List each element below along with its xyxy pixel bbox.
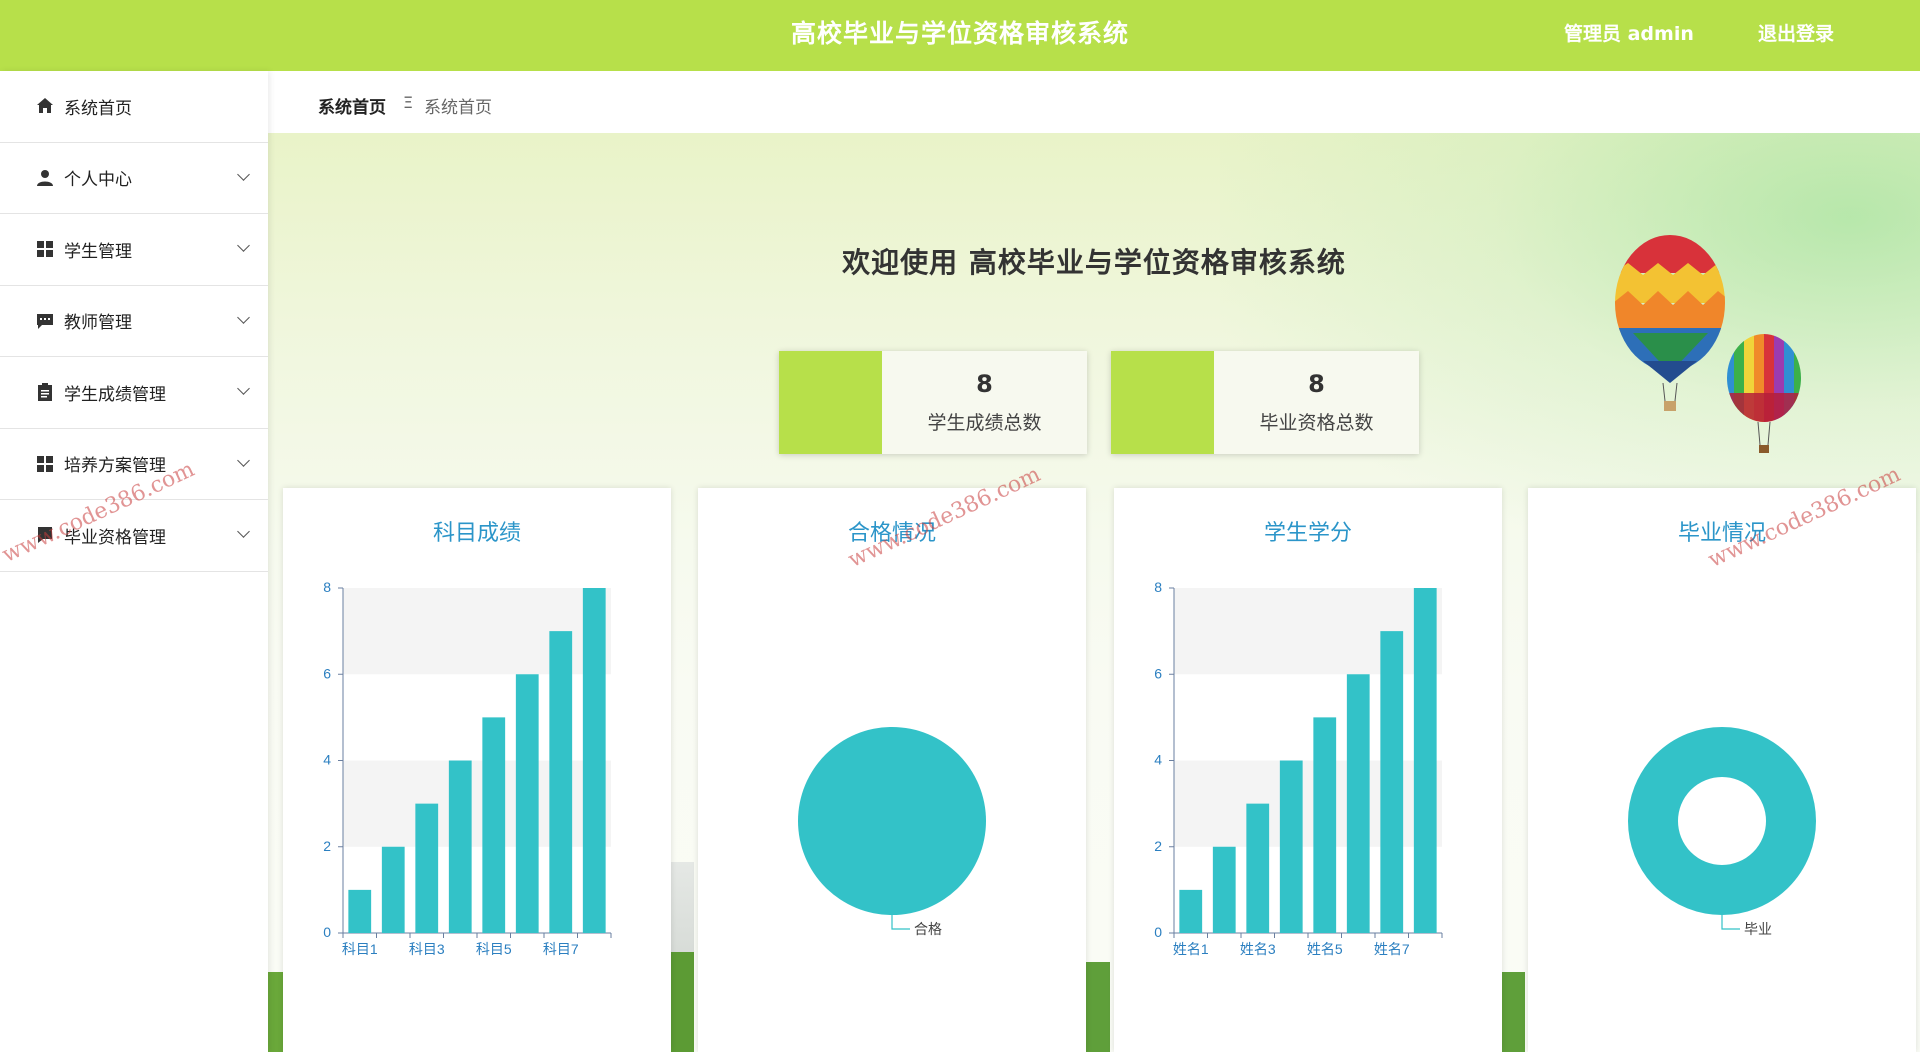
grid-icon <box>36 240 54 258</box>
bar-科目1 <box>348 889 372 933</box>
stat-label: 毕业资格总数 <box>1259 412 1374 434</box>
y-tick-label: 2 <box>1154 838 1162 854</box>
bar-姓名2 <box>1212 846 1236 933</box>
stat-value: 8 <box>1308 370 1325 398</box>
breadcrumb-separator-icon: Ξ <box>403 93 414 112</box>
pie-slice-毕业 <box>1628 727 1816 915</box>
x-tick-label: 姓名5 <box>1307 941 1343 957</box>
bar-姓名3 <box>1246 803 1270 933</box>
pie-slice-合格 <box>798 727 986 915</box>
bar-姓名1 <box>1179 889 1203 933</box>
x-tick-label: 姓名3 <box>1240 941 1276 957</box>
hot-air-balloon-icon <box>1615 235 1725 411</box>
chart-card-graduation-status: 毕业情况 毕业 <box>1528 488 1916 1052</box>
pie-label-line <box>1721 915 1740 930</box>
y-tick-label: 6 <box>1154 665 1162 681</box>
y-tick-label: 4 <box>323 752 331 768</box>
stat-card-score-total: 8 学生成绩总数 <box>779 351 1087 454</box>
user-icon <box>36 169 54 187</box>
background-foliage <box>1086 962 1110 1052</box>
background-foliage <box>670 952 694 1052</box>
bar-chart: 0 2 4 6 8 科目1 科目3 科目5 科目7 <box>323 579 612 957</box>
stat-label: 学生成绩总数 <box>927 412 1042 434</box>
chevron-down-icon <box>237 453 250 467</box>
flag-icon <box>36 526 54 544</box>
x-tick-label: 科目3 <box>409 941 445 957</box>
y-tick-label: 2 <box>323 838 331 854</box>
pie-chart: 合格 <box>798 727 986 937</box>
y-tick-label: 6 <box>323 665 331 681</box>
bar-姓名7 <box>1380 631 1404 933</box>
chevron-down-icon <box>237 382 250 395</box>
background-foliage <box>1501 972 1525 1052</box>
stat-color-block <box>779 351 882 454</box>
x-tick-label: 姓名7 <box>1374 941 1410 957</box>
sidebar-item-label: 毕业资格管理 <box>64 527 166 548</box>
sidebar-item-label: 学生成绩管理 <box>64 384 166 405</box>
clipboard-icon <box>36 383 54 402</box>
logout-button[interactable]: 退出登录 <box>1758 0 1834 68</box>
background-foliage <box>268 972 284 1052</box>
chat-icon <box>36 312 54 330</box>
sidebar-item-label: 培养方案管理 <box>64 456 166 477</box>
sidebar-item-graduation-qualification-management[interactable]: 毕业资格管理 <box>0 500 268 572</box>
y-tick-label: 0 <box>1154 924 1162 940</box>
bar-科目2 <box>381 846 405 933</box>
y-tick-label: 4 <box>1154 752 1162 768</box>
bar-chart: 0 2 4 6 8 姓名1 姓名3 姓名5 姓名7 <box>1154 579 1443 957</box>
stat-color-block <box>1111 351 1214 454</box>
sidebar-item-score-management[interactable]: 学生成绩管理 <box>0 357 268 429</box>
bar-科目3 <box>415 803 439 933</box>
hot-air-balloon-icon <box>1727 334 1801 453</box>
chevron-down-icon <box>237 167 250 181</box>
sidebar-item-teacher-management[interactable]: 教师管理 <box>0 286 268 357</box>
bar-科目7 <box>549 631 573 933</box>
sidebar-item-home[interactable]: 系统首页 <box>0 71 268 143</box>
bar-姓名4 <box>1279 760 1303 933</box>
bar-科目6 <box>515 674 539 933</box>
pie-label: 毕业 <box>1744 921 1772 937</box>
y-tick-label: 8 <box>323 579 331 595</box>
breadcrumb-current: 系统首页 <box>424 98 492 118</box>
bar-姓名6 <box>1346 674 1370 933</box>
y-tick-label: 0 <box>323 924 331 940</box>
grid-icon <box>36 455 54 473</box>
sidebar-item-training-plan-management[interactable]: 培养方案管理 <box>0 429 268 500</box>
x-tick-label: 科目7 <box>543 941 579 957</box>
bar-姓名5 <box>1313 717 1337 933</box>
current-user-label: 管理员 admin <box>1564 23 1694 45</box>
chevron-down-icon <box>237 525 250 538</box>
chart-card-subject-scores: 科目成绩 0 2 4 6 8 科目1 科目3 科目5 科目7 <box>283 488 671 1052</box>
bar-科目5 <box>482 717 506 933</box>
bar-科目4 <box>448 760 472 933</box>
chevron-down-icon <box>237 239 250 252</box>
dashboard-main: 欢迎使用 高校毕业与学位资格审核系统 8 学生成绩总数 8 毕业资格总数 科目成… <box>268 133 1920 1052</box>
chart-card-pass-status: 合格情况 合格 <box>698 488 1086 1052</box>
pie-chart: 毕业 <box>1628 727 1816 937</box>
sidebar-item-label: 系统首页 <box>64 98 132 119</box>
chevron-down-icon <box>237 310 250 324</box>
top-header: 高校毕业与学位资格审核系统 管理员 admin 退出登录 <box>0 0 1920 71</box>
sidebar-item-personal-center[interactable]: 个人中心 <box>0 143 268 214</box>
sidebar-item-label: 学生管理 <box>64 241 132 262</box>
bar-姓名8 <box>1413 588 1437 933</box>
sidebar: 系统首页 个人中心 学生管理 教师管理 学生成绩管理 培养方案管理 毕业资格管理 <box>0 71 268 1052</box>
breadcrumb: 系统首页 Ξ 系统首页 <box>268 71 1920 133</box>
x-tick-label: 科目5 <box>476 941 512 957</box>
sidebar-item-label: 教师管理 <box>64 313 132 334</box>
breadcrumb-root-link[interactable]: 系统首页 <box>318 93 386 118</box>
y-tick-label: 8 <box>1154 579 1162 595</box>
sidebar-item-label: 个人中心 <box>64 170 132 191</box>
pie-label: 合格 <box>914 921 942 937</box>
stat-card-graduation-total: 8 毕业资格总数 <box>1111 351 1419 454</box>
chart-card-student-credits: 学生学分 0 2 4 6 8 姓名1 姓名3 姓名5 姓名7 <box>1114 488 1502 1052</box>
x-tick-label: 科目1 <box>342 941 378 957</box>
pie-label-line <box>891 915 910 930</box>
bar-科目8 <box>582 588 606 933</box>
home-icon <box>36 97 54 115</box>
sidebar-item-student-management[interactable]: 学生管理 <box>0 214 268 286</box>
stat-value: 8 <box>976 370 993 398</box>
x-tick-label: 姓名1 <box>1173 941 1209 957</box>
